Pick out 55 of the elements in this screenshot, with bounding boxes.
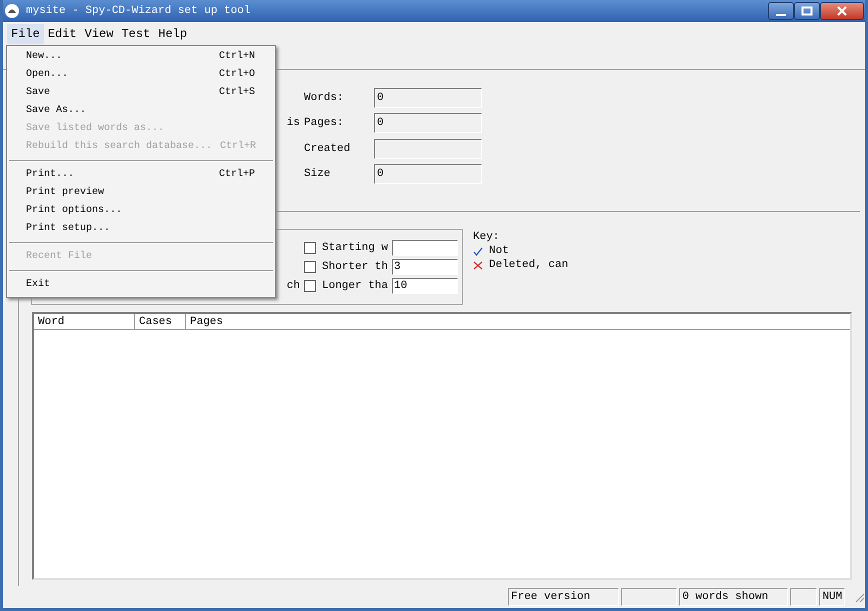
menu-item[interactable]: File	[7, 24, 44, 44]
window-title: mysite - Spy-CD-Wizard set up tool	[26, 5, 250, 17]
minimize-icon	[776, 14, 786, 16]
status-panel: NUM	[819, 588, 846, 606]
maximize-icon	[801, 6, 813, 16]
word-list[interactable]: Word Cases Pages	[32, 312, 852, 580]
menu-entry[interactable]: Print... Ctrl+P	[7, 166, 275, 184]
app-icon	[4, 3, 20, 19]
field-label: Created	[304, 142, 352, 155]
checkbox[interactable]	[304, 261, 316, 273]
maximize-button[interactable]	[794, 2, 820, 20]
menu-item[interactable]: Edit	[44, 24, 81, 44]
status-panel: Free version	[508, 588, 619, 606]
close-icon	[836, 6, 848, 16]
checkbox-label: Longer tha	[322, 280, 390, 292]
field-label: Words:	[304, 92, 345, 104]
check-icon	[473, 246, 483, 256]
menu-entry[interactable]: Exit	[7, 276, 275, 294]
readonly-field: 0	[374, 113, 482, 134]
menu-item[interactable]: Test	[117, 24, 154, 44]
field-label: Pages:	[304, 117, 345, 130]
label-fragment: ch	[286, 280, 300, 292]
input-field[interactable]: 3	[392, 259, 458, 275]
status-panel	[620, 588, 678, 606]
close-button[interactable]	[820, 2, 864, 20]
checkbox[interactable]	[304, 242, 316, 254]
menu-entry[interactable]: Print preview	[7, 184, 275, 202]
column-header[interactable]: Cases	[135, 314, 186, 330]
key-title: Key:	[473, 231, 500, 243]
key-label: Deleted, can	[489, 259, 568, 271]
readonly-field: 0	[374, 164, 482, 184]
menu-item[interactable]: Help	[154, 24, 192, 44]
menu-entry[interactable]: Save Ctrl+S	[7, 84, 275, 102]
input-field[interactable]	[392, 240, 458, 256]
menu-item[interactable]: View	[80, 24, 118, 44]
status-panel: 0 words shown	[679, 588, 788, 606]
input-field[interactable]: 10	[392, 278, 458, 294]
checkbox[interactable]	[304, 280, 316, 292]
menu-entry[interactable]: Print options...	[7, 202, 275, 220]
cross-icon	[473, 260, 483, 270]
key-label: Not	[489, 245, 509, 257]
label-fragment: is	[286, 117, 300, 130]
menu-entry[interactable]: New... Ctrl+N	[7, 48, 275, 66]
readonly-field: 0	[374, 88, 482, 108]
column-header[interactable]: Pages	[186, 314, 850, 330]
menu-entry[interactable]: Open... Ctrl+O	[7, 66, 275, 84]
field-label: Size	[304, 168, 332, 180]
menu-entry[interactable]: Save As...	[7, 102, 275, 120]
status-panel	[790, 588, 818, 606]
menu-entry[interactable]: Print setup...	[7, 220, 275, 238]
resize-grip-icon[interactable]	[853, 591, 865, 603]
checkbox-label: Starting w	[322, 242, 390, 254]
minimize-button[interactable]	[768, 2, 794, 20]
column-header[interactable]: Word	[34, 314, 135, 330]
checkbox-label: Shorter th	[322, 261, 390, 273]
